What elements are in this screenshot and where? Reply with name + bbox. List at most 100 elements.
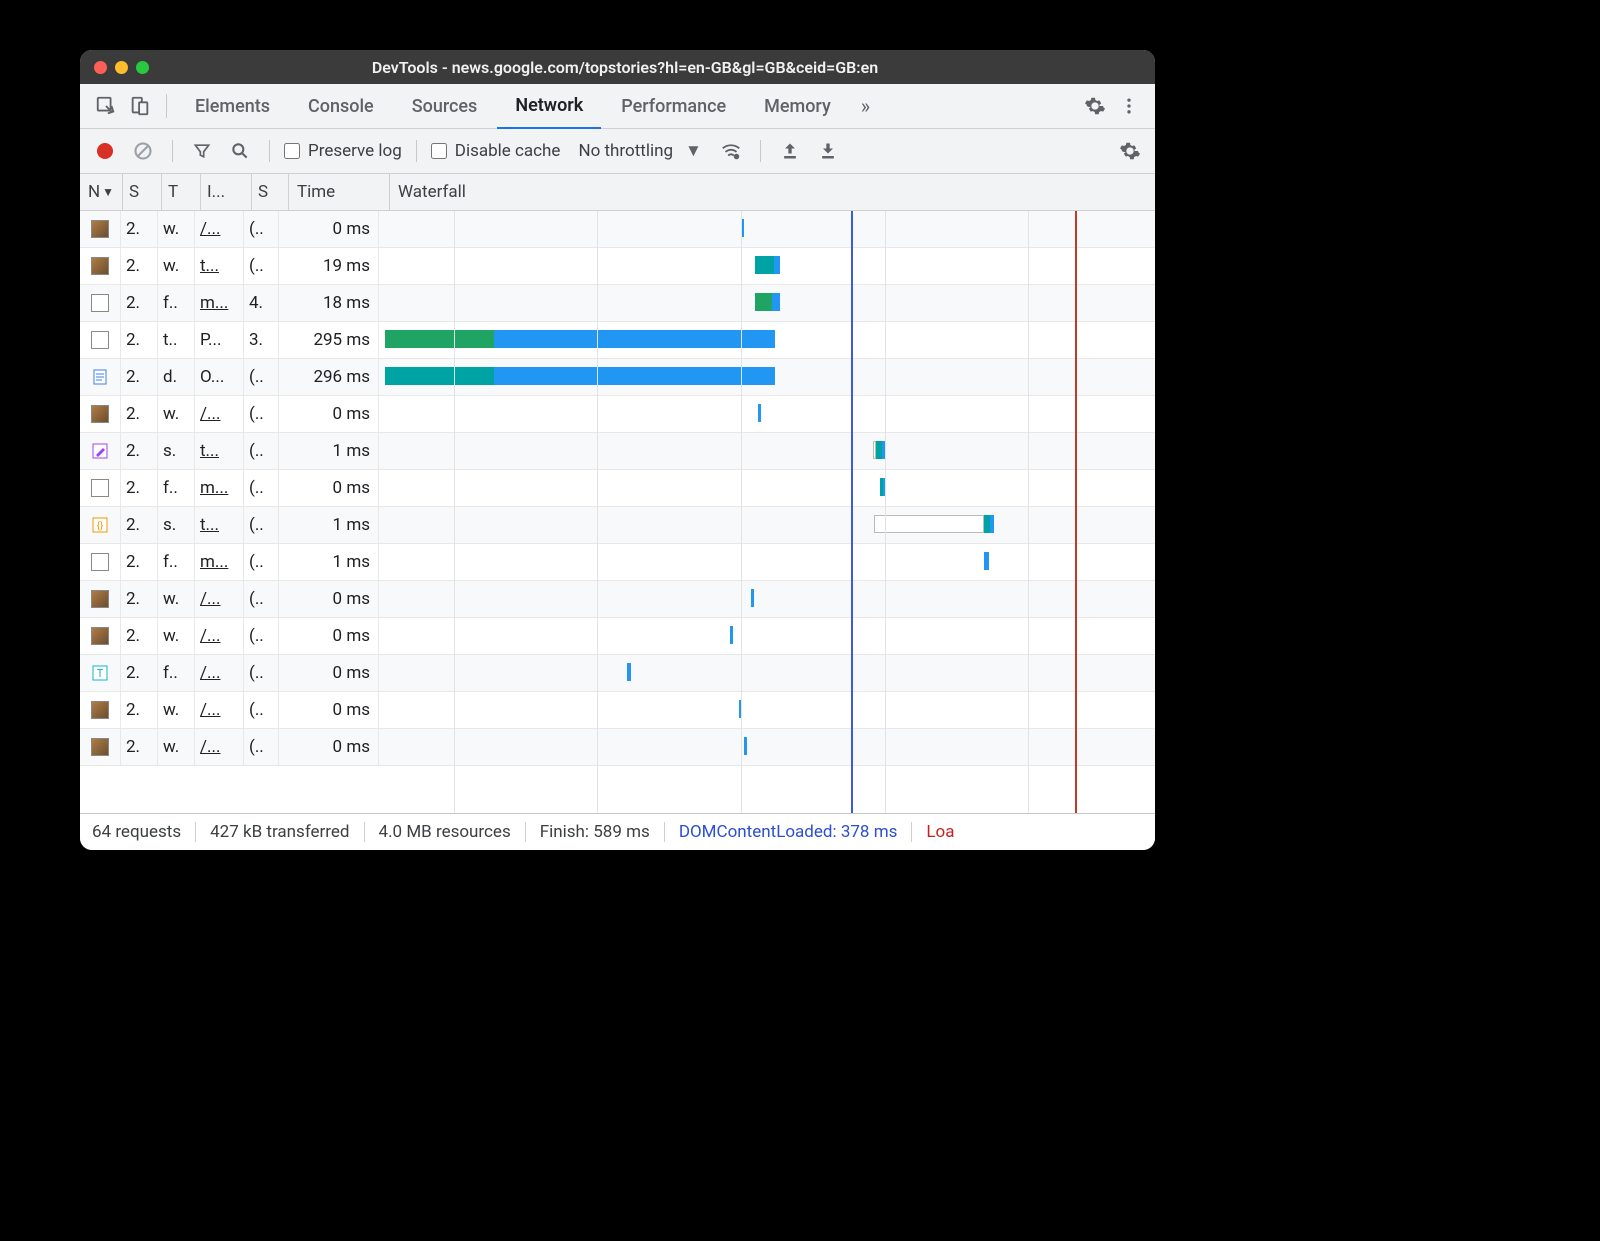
cell-initiator: /... xyxy=(195,655,244,691)
cell-waterfall xyxy=(379,581,1155,617)
col-time[interactable]: Time xyxy=(289,174,390,210)
cell-initiator: /... xyxy=(195,618,244,654)
cell-time: 19 ms xyxy=(279,248,379,284)
request-row[interactable]: 2.t..P...3.295 ms xyxy=(80,322,1155,359)
cell-type: w. xyxy=(158,248,195,284)
status-load: Loa xyxy=(912,822,968,842)
separator xyxy=(166,94,167,118)
throttling-select[interactable]: No throttling ▼ xyxy=(578,141,701,161)
network-conditions-icon[interactable] xyxy=(716,136,746,166)
settings-icon[interactable] xyxy=(1079,90,1111,122)
file-icon xyxy=(80,211,121,247)
col-status[interactable]: S xyxy=(123,174,162,210)
cell-type: w. xyxy=(158,211,195,247)
disable-cache-checkbox[interactable]: Disable cache xyxy=(431,141,561,161)
cell-status: 2. xyxy=(121,544,158,580)
cell-initiator: m... xyxy=(195,285,244,321)
cell-type: f.. xyxy=(158,285,195,321)
request-row[interactable]: 2.w./...(..0 ms xyxy=(80,618,1155,655)
cell-type: w. xyxy=(158,692,195,728)
cell-waterfall xyxy=(379,692,1155,728)
tab-memory[interactable]: Memory xyxy=(746,84,849,128)
more-tabs-icon[interactable]: » xyxy=(851,94,880,118)
tab-network[interactable]: Network xyxy=(497,83,601,130)
cell-waterfall xyxy=(379,618,1155,654)
tab-elements[interactable]: Elements xyxy=(177,84,288,128)
file-icon xyxy=(80,433,121,469)
request-row[interactable]: 2.w./...(..0 ms xyxy=(80,396,1155,433)
sort-arrow-icon: ▼ xyxy=(102,185,114,199)
cell-status: 2. xyxy=(121,248,158,284)
file-icon xyxy=(80,581,121,617)
cell-waterfall xyxy=(379,729,1155,765)
dropdown-triangle-icon: ▼ xyxy=(685,141,702,161)
status-finish: Finish: 589 ms xyxy=(526,822,665,842)
request-row[interactable]: 2.d.O...(..296 ms xyxy=(80,359,1155,396)
file-icon xyxy=(80,248,121,284)
cell-status: 2. xyxy=(121,655,158,691)
cell-time: 1 ms xyxy=(279,507,379,543)
request-row[interactable]: 2.f..m...(..0 ms xyxy=(80,470,1155,507)
cell-size: (.. xyxy=(244,507,279,543)
tab-performance[interactable]: Performance xyxy=(603,84,744,128)
cell-status: 2. xyxy=(121,507,158,543)
col-waterfall[interactable]: Waterfall xyxy=(390,174,1155,210)
minimize-window[interactable] xyxy=(115,61,128,74)
cell-type: s. xyxy=(158,507,195,543)
cell-size: (.. xyxy=(244,692,279,728)
cell-status: 2. xyxy=(121,581,158,617)
request-row[interactable]: 2.w./...(..0 ms xyxy=(80,729,1155,766)
panel-settings-icon[interactable] xyxy=(1115,136,1145,166)
cell-initiator: t... xyxy=(195,507,244,543)
svg-text:T: T xyxy=(97,667,104,680)
download-har-icon[interactable] xyxy=(813,136,843,166)
cell-initiator: P... xyxy=(195,322,244,358)
request-table: 2.w./...(..0 ms2.w.t...(..19 ms2.f..m...… xyxy=(80,211,1155,813)
cell-type: w. xyxy=(158,396,195,432)
inspect-icon[interactable] xyxy=(90,90,122,122)
kebab-menu-icon[interactable] xyxy=(1113,90,1145,122)
svg-text:{}: {} xyxy=(97,520,104,532)
cell-initiator: /... xyxy=(195,692,244,728)
col-type[interactable]: T xyxy=(162,174,201,210)
status-transferred: 427 kB transferred xyxy=(196,822,364,842)
cell-waterfall xyxy=(379,211,1155,247)
search-icon[interactable] xyxy=(225,136,255,166)
cell-initiator: /... xyxy=(195,211,244,247)
request-row[interactable]: 2.w.t...(..19 ms xyxy=(80,248,1155,285)
cell-waterfall xyxy=(379,359,1155,395)
request-row[interactable]: {} 2.s.t...(..1 ms xyxy=(80,507,1155,544)
cell-time: 0 ms xyxy=(279,618,379,654)
tab-sources[interactable]: Sources xyxy=(394,84,496,128)
cell-initiator: m... xyxy=(195,544,244,580)
filter-icon[interactable] xyxy=(187,136,217,166)
file-icon xyxy=(80,692,121,728)
col-size[interactable]: S xyxy=(252,174,289,210)
request-row[interactable]: 2.s.t...(..1 ms xyxy=(80,433,1155,470)
close-window[interactable] xyxy=(94,61,107,74)
col-initiator[interactable]: I... xyxy=(201,174,252,210)
file-icon xyxy=(80,322,121,358)
request-row[interactable]: 2.w./...(..0 ms xyxy=(80,581,1155,618)
upload-har-icon[interactable] xyxy=(775,136,805,166)
network-toolbar: Preserve log Disable cache No throttling… xyxy=(80,129,1155,174)
device-toggle-icon[interactable] xyxy=(124,90,156,122)
preserve-log-checkbox[interactable]: Preserve log xyxy=(284,141,402,161)
tab-console[interactable]: Console xyxy=(290,84,392,128)
request-row[interactable]: 2.w./...(..0 ms xyxy=(80,211,1155,248)
col-name[interactable]: N▼ xyxy=(80,174,123,210)
record-button[interactable] xyxy=(90,136,120,166)
cell-size: (.. xyxy=(244,470,279,506)
maximize-window[interactable] xyxy=(136,61,149,74)
cell-status: 2. xyxy=(121,692,158,728)
request-row[interactable]: 2.f..m...4.18 ms xyxy=(80,285,1155,322)
status-requests: 64 requests xyxy=(92,822,196,842)
cell-initiator: m... xyxy=(195,470,244,506)
file-icon xyxy=(80,544,121,580)
cell-size: (.. xyxy=(244,729,279,765)
cell-size: (.. xyxy=(244,618,279,654)
request-row[interactable]: T2.f../...(..0 ms xyxy=(80,655,1155,692)
clear-icon[interactable] xyxy=(128,136,158,166)
request-row[interactable]: 2.w./...(..0 ms xyxy=(80,692,1155,729)
request-row[interactable]: 2.f..m...(..1 ms xyxy=(80,544,1155,581)
